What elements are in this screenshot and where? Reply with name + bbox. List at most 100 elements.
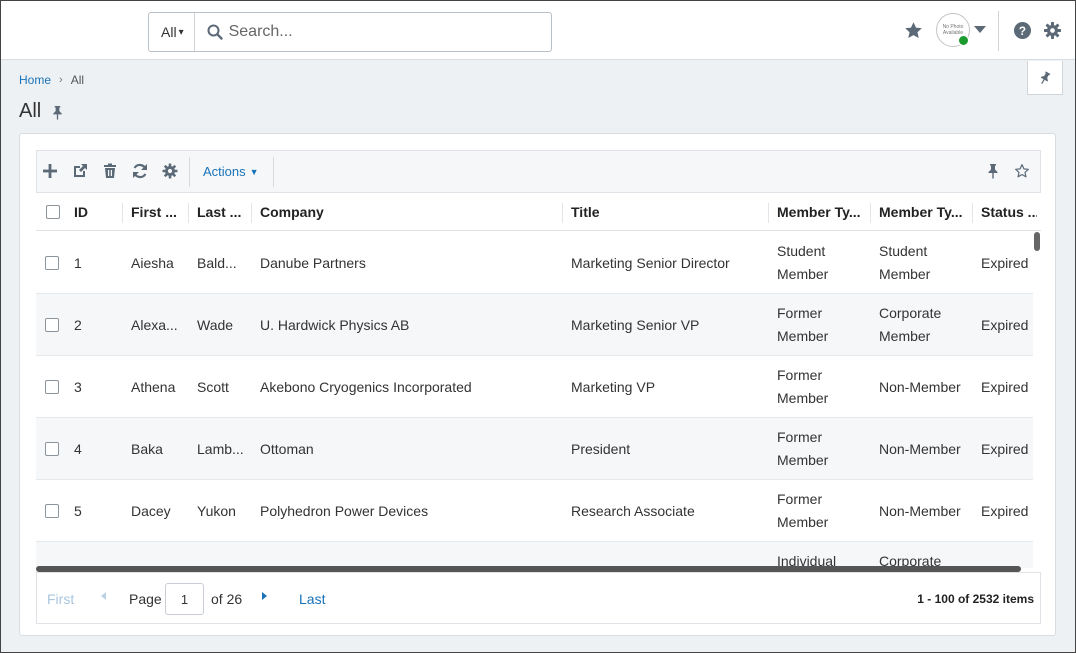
cell-title: Research Associate <box>571 503 695 519</box>
cell-first-name: Baka <box>131 441 163 457</box>
previous-page-icon[interactable] <box>101 592 106 600</box>
avatar-placeholder-text: No Photo Available <box>942 24 964 36</box>
search-icon <box>207 24 223 40</box>
cell-member-type-2: Corporate Member <box>879 305 942 344</box>
cell-member-type-2: Non-Member <box>879 503 961 519</box>
cell-id: 6 <box>74 542 119 568</box>
delete-icon[interactable] <box>102 163 118 179</box>
column-header-company[interactable]: Company <box>260 193 550 231</box>
row-checkbox[interactable] <box>45 504 59 518</box>
chevron-right-icon: › <box>59 74 63 86</box>
cell-status: Expired <box>981 255 1029 271</box>
cell-member-type-2: Student Member <box>879 243 931 282</box>
cell-company: Polyhedron Power Devices <box>260 503 429 519</box>
page-title: All <box>19 100 42 122</box>
table-row[interactable]: 6 Emily Robi... VC Seeds Technologies Co… <box>36 542 1036 568</box>
gear-icon[interactable] <box>162 163 178 179</box>
page-number-input[interactable] <box>165 583 204 615</box>
cell-last-name: Lamb... <box>197 441 244 457</box>
row-checkbox[interactable] <box>45 442 59 456</box>
favorites-star-icon[interactable] <box>904 21 923 40</box>
add-icon[interactable] <box>42 163 58 179</box>
cell-status: Expired <box>981 379 1029 395</box>
pin-icon[interactable] <box>51 105 64 120</box>
grid-body: 1 Aiesha Bald... Danube Partners Marketi… <box>36 232 1041 568</box>
column-header-id[interactable]: ID <box>74 193 119 231</box>
cell-title: Marketing Senior Director <box>571 255 730 271</box>
refresh-icon[interactable] <box>132 163 148 179</box>
settings-gear-icon[interactable] <box>1044 22 1061 39</box>
cell-status: Expired <box>981 441 1029 457</box>
header-divider <box>998 11 999 51</box>
cell-company: U. Hardwick Physics AB <box>260 317 410 333</box>
row-checkbox[interactable] <box>45 380 59 394</box>
user-menu-chevron-icon[interactable] <box>974 26 986 33</box>
row-checkbox[interactable] <box>45 256 59 270</box>
cell-id: 4 <box>74 441 82 457</box>
column-divider <box>188 203 189 223</box>
table-row[interactable]: 2 Alexa... Wade U. Hardwick Physics AB M… <box>36 294 1036 356</box>
cell-last-name: Scott <box>197 379 229 395</box>
breadcrumb-home-link[interactable]: Home <box>19 73 51 87</box>
column-divider <box>122 203 123 223</box>
cell-company: VC Seeds Technologies Consortium <box>260 542 560 568</box>
breadcrumb: Home › All <box>19 73 84 87</box>
favorite-star-icon[interactable] <box>1014 163 1030 179</box>
pin-panel-button[interactable] <box>1027 61 1063 95</box>
page-total-label: of 26 <box>211 591 243 607</box>
actions-dropdown[interactable]: Actions ▼ <box>203 164 259 179</box>
cell-status: Expired <box>981 542 1037 568</box>
vertical-scrollbar-thumb[interactable] <box>1034 232 1040 251</box>
page-label: Page <box>129 591 162 607</box>
actions-label: Actions <box>203 164 246 179</box>
toolbar-divider <box>273 157 274 187</box>
cell-status: Expired <box>981 503 1029 519</box>
global-search: All ▾ <box>148 12 552 52</box>
cell-member-type-1: Former Member <box>777 367 829 406</box>
cell-member-type-2: Non-Member <box>879 379 961 395</box>
column-divider <box>562 203 563 223</box>
help-icon[interactable]: ? <box>1014 22 1031 39</box>
row-checkbox[interactable] <box>45 318 59 332</box>
first-page-link[interactable]: First <box>47 591 74 607</box>
cell-first-name: Dacey <box>131 503 171 519</box>
column-header-member-type-2[interactable]: Member Ty... <box>879 193 969 231</box>
table-row[interactable]: 5 Dacey Yukon Polyhedron Power Devices R… <box>36 480 1036 542</box>
select-all-checkbox[interactable] <box>46 205 60 219</box>
search-input[interactable] <box>228 23 529 41</box>
column-divider <box>251 203 252 223</box>
search-scope-label: All <box>161 24 177 40</box>
cell-member-type-2: Non-Member <box>879 441 961 457</box>
last-page-link[interactable]: Last <box>299 591 325 607</box>
cell-title: Research Associate VP <box>571 542 766 568</box>
top-bar: All ▾ No Photo Available ? <box>1 1 1075 60</box>
search-scope-dropdown[interactable]: All ▾ <box>149 13 195 51</box>
cell-title: President <box>571 441 631 457</box>
column-header-first-name[interactable]: First ... <box>131 193 186 231</box>
presence-indicator <box>958 35 969 46</box>
table-row[interactable]: 1 Aiesha Bald... Danube Partners Marketi… <box>36 232 1036 294</box>
table-row[interactable]: 3 Athena Scott Akebono Cryogenics Incorp… <box>36 356 1036 418</box>
cell-company: Ottoman <box>260 441 314 457</box>
chevron-down-icon: ▾ <box>178 26 184 38</box>
cell-id: 5 <box>74 503 82 519</box>
cell-last-name: Bald... <box>197 255 237 271</box>
column-header-status[interactable]: Status ... <box>981 193 1037 231</box>
vertical-scrollbar[interactable] <box>1033 232 1040 568</box>
table-row[interactable]: 4 Baka Lamb... Ottoman President Former … <box>36 418 1036 480</box>
column-divider <box>870 203 871 223</box>
cell-first-name: Athena <box>131 379 176 395</box>
column-divider <box>972 203 973 223</box>
cell-title: Marketing VP <box>571 379 656 395</box>
cell-company: Danube Partners <box>260 255 366 271</box>
cell-member-type-1: Student Member <box>777 243 829 282</box>
cell-first-name: Aiesha <box>131 255 174 271</box>
next-page-icon[interactable] <box>262 592 267 600</box>
column-header-last-name[interactable]: Last ... <box>197 193 249 231</box>
column-header-member-type-1[interactable]: Member Ty... <box>777 193 867 231</box>
caret-down-icon: ▼ <box>249 166 259 177</box>
open-external-icon[interactable] <box>72 163 88 179</box>
item-count: 1 - 100 of 2532 items <box>917 592 1034 606</box>
column-header-title[interactable]: Title <box>571 193 761 231</box>
pin-icon[interactable] <box>985 163 1001 179</box>
